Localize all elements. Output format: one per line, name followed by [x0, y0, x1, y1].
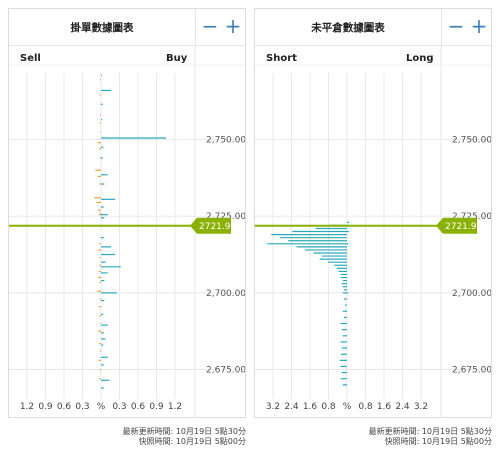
x-tick-label: 0.8	[321, 402, 336, 412]
x-tick-label: 0.6	[131, 402, 146, 412]
x-tick-label: %	[97, 402, 106, 412]
x-tick-label: 1.2	[168, 402, 182, 412]
x-tick-label: 1.6	[303, 402, 318, 412]
last-updated-time: 最新更新時間: 10月19日 5點30分	[122, 427, 246, 436]
positions-chart: 2,750.002,725.002,700.002,675.002721.93.…	[255, 45, 491, 417]
x-tick-label: 0.8	[358, 402, 373, 412]
x-tick-label: 0.9	[149, 402, 164, 412]
last-updated-time: 最新更新時間: 10月19日 5點30分	[368, 427, 492, 436]
y-tick-label: 2,675.00	[452, 366, 491, 376]
x-tick-label: 0.9	[38, 402, 53, 412]
snapshot-time: 快照時間: 10月19日 5點00分	[384, 437, 492, 446]
y-tick-label: 2,750.00	[206, 136, 245, 146]
x-tick-label: 2.4	[395, 402, 410, 412]
positions-panel: 未平倉數據圖表 − + Short Long 2,750.00 2,725.00 2…	[254, 8, 492, 418]
x-tick-label: 0.6	[57, 402, 72, 412]
x-tick-label: 1.2	[20, 402, 34, 412]
x-tick-label: 3.2	[266, 402, 280, 412]
y-tick-label: 2,750.00	[452, 136, 491, 146]
x-tick-label: 2.4	[284, 402, 299, 412]
y-tick-label: 2,675.00	[206, 366, 245, 376]
y-tick-label: 2,700.00	[206, 289, 245, 299]
x-tick-label: %	[343, 402, 352, 412]
x-tick-label: 0.3	[75, 402, 89, 412]
orderbook-panel: 掛單數據圖表 − + Sell Buy 2,750.00 2,725.00 2,70…	[8, 8, 246, 418]
x-tick-label: 0.3	[112, 402, 126, 412]
current-price-label: 2721.9	[199, 222, 231, 232]
snapshot-time: 快照時間: 10月19日 5點00分	[138, 437, 246, 446]
current-price-label: 2721.9	[445, 222, 477, 232]
orderbook-chart: 2,750.002,725.002,700.002,675.002721.91.…	[9, 45, 245, 417]
y-tick-label: 2,700.00	[452, 289, 491, 299]
x-tick-label: 1.6	[377, 402, 392, 412]
x-tick-label: 3.2	[414, 402, 428, 412]
